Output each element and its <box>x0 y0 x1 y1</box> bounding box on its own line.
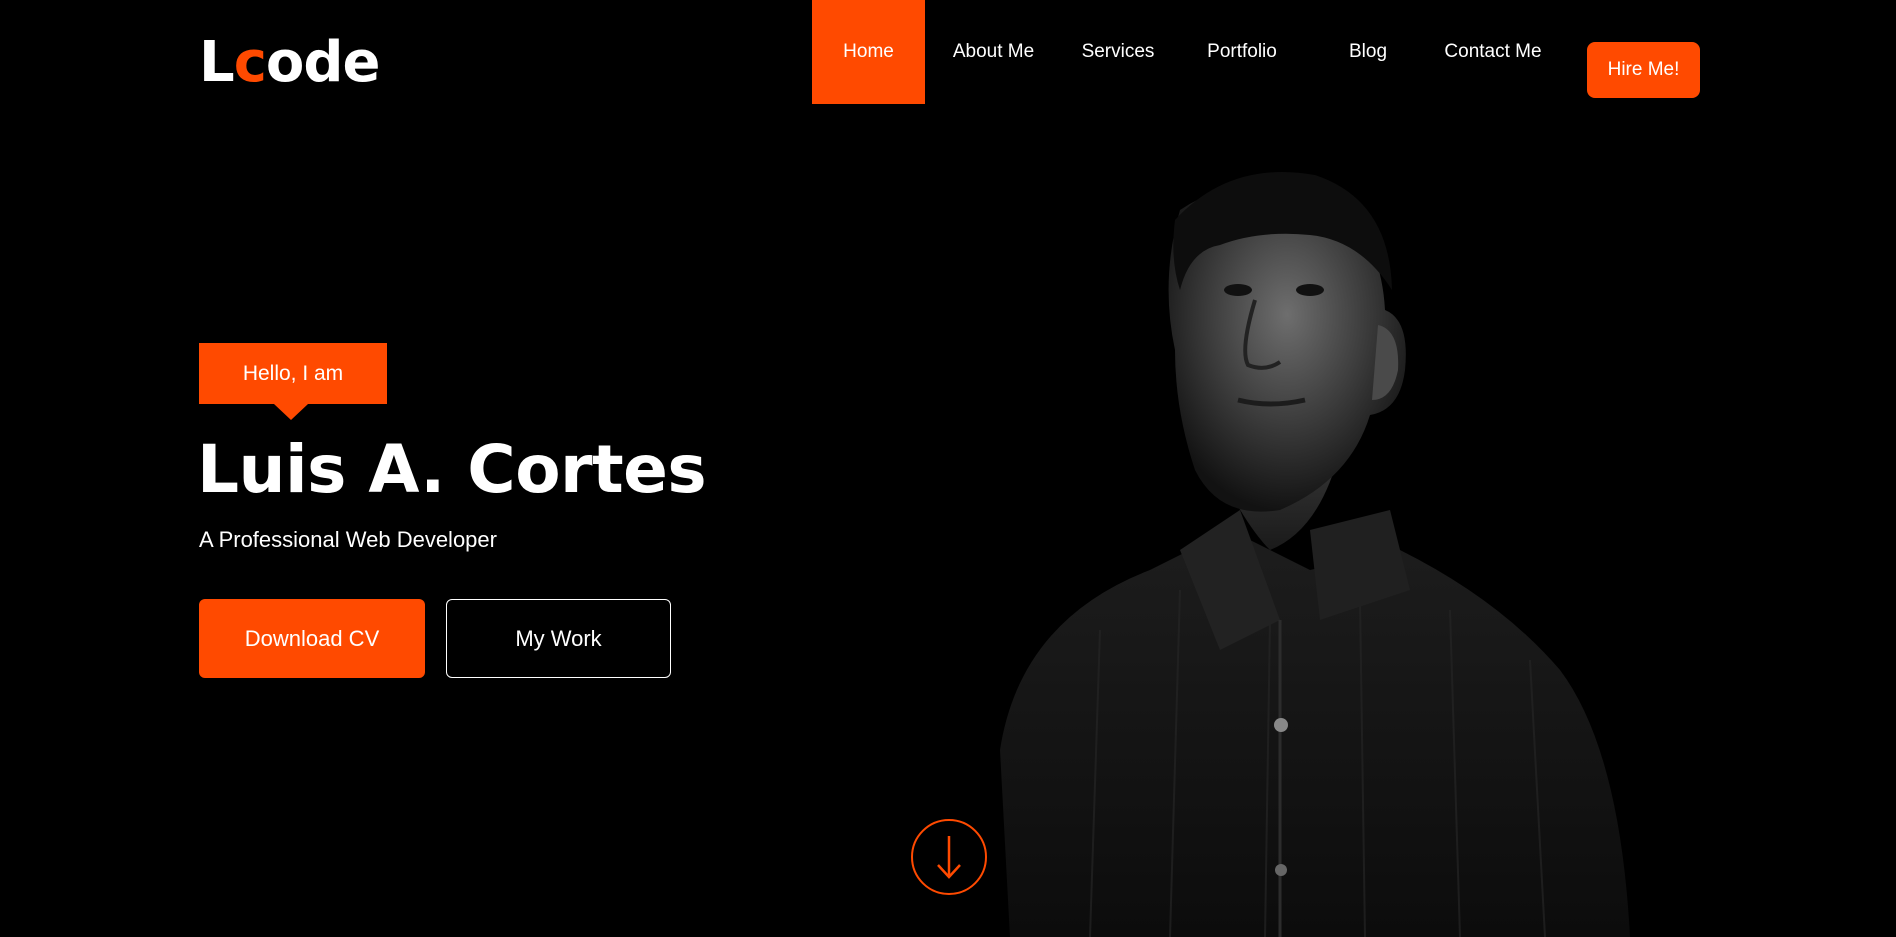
my-work-button[interactable]: My Work <box>446 599 671 678</box>
hero-subtitle: A Professional Web Developer <box>199 527 497 552</box>
nav-item-portfolio[interactable]: Portfolio <box>1197 0 1287 104</box>
scroll-down-button[interactable] <box>911 819 987 895</box>
logo-accent-letter: c <box>233 30 267 95</box>
portrait-image <box>1000 172 1630 937</box>
nav-item-blog[interactable]: Blog <box>1340 0 1396 104</box>
download-cv-button[interactable]: Download CV <box>199 599 425 678</box>
greeting-text: Hello, I am <box>242 361 344 385</box>
site-header: Lcode Home About Me Services Portfolio B… <box>0 0 1896 104</box>
site-logo[interactable]: Lcode <box>199 28 381 98</box>
nav-item-contact[interactable]: Contact Me <box>1440 0 1546 104</box>
greeting-badge: Hello, I am <box>199 343 387 420</box>
nav-item-services[interactable]: Services <box>1075 0 1161 104</box>
logo-letter-l: L <box>199 30 235 95</box>
nav-item-home[interactable]: Home <box>812 0 925 104</box>
arrow-down-icon <box>937 836 961 879</box>
hire-me-button[interactable]: Hire Me! <box>1587 42 1700 98</box>
nav-item-about[interactable]: About Me <box>947 0 1040 104</box>
hero-name: Luis A. Cortes <box>197 431 707 508</box>
logo-rest: ode <box>265 30 381 95</box>
